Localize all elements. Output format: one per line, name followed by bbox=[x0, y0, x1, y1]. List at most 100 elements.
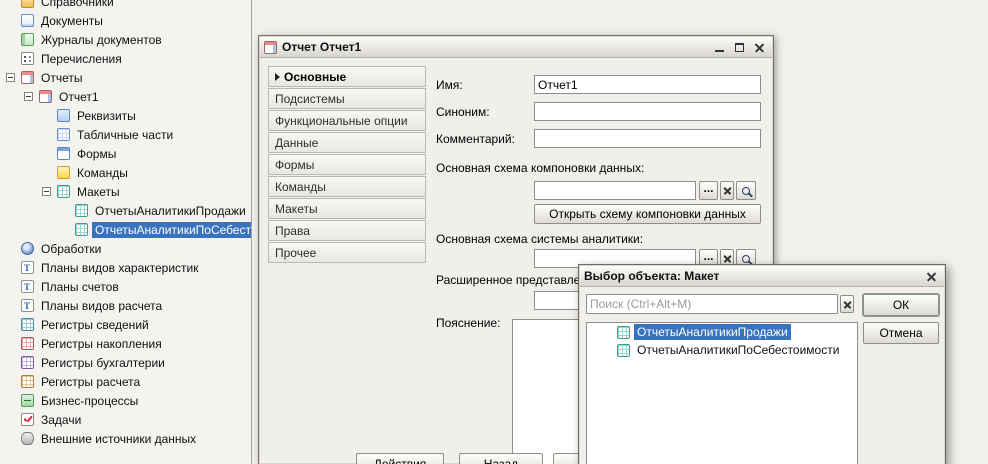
tree-item-layouts[interactable]: Макеты bbox=[0, 182, 251, 201]
information-registers-icon bbox=[21, 318, 34, 331]
documents-icon bbox=[21, 14, 34, 27]
tree-item-information-registers[interactable]: Регистры сведений bbox=[0, 315, 251, 334]
search-clear-button[interactable] bbox=[840, 295, 854, 313]
dialog-title: Отчет Отчет1 bbox=[282, 40, 361, 54]
clear-icon bbox=[843, 300, 852, 309]
tab-forms[interactable]: Формы bbox=[268, 154, 426, 175]
commands-icon bbox=[57, 166, 70, 179]
charts-of-accounts-icon bbox=[21, 280, 34, 293]
document-journals-icon bbox=[21, 33, 34, 46]
list-item-layout-cost[interactable]: ОтчетыАналитикиПоСебестоимости bbox=[587, 341, 857, 359]
synonym-input[interactable] bbox=[534, 102, 761, 121]
tree-item-external-data-sources[interactable]: Внешние источники данных bbox=[0, 429, 251, 448]
comment-input[interactable] bbox=[534, 129, 761, 148]
modal-close-button[interactable] bbox=[923, 269, 940, 284]
ellipsis-icon bbox=[703, 184, 713, 198]
tree-item-layout-cost[interactable]: ОтчетыАналитикиПоСебестоим bbox=[0, 220, 251, 239]
data-processors-icon bbox=[21, 242, 34, 255]
collapse-icon[interactable] bbox=[6, 73, 15, 82]
magnifier-icon bbox=[742, 255, 750, 263]
name-label: Имя: bbox=[436, 78, 463, 92]
cancel-button[interactable]: Отмена bbox=[863, 322, 939, 344]
tree-item-catalogs[interactable]: Справочники bbox=[0, 0, 251, 11]
dcs-choose-button[interactable] bbox=[699, 181, 718, 200]
tree-item-accumulation-registers[interactable]: Регистры накопления bbox=[0, 334, 251, 353]
tree-item-tabular-sections[interactable]: Табличные части bbox=[0, 125, 251, 144]
tab-layouts[interactable]: Макеты bbox=[268, 198, 426, 219]
name-input[interactable] bbox=[534, 75, 761, 94]
comment-label: Комментарий: bbox=[436, 132, 515, 146]
tree-item-charts-of-accounts[interactable]: Планы счетов bbox=[0, 277, 251, 296]
modal-titlebar[interactable]: Выбор объекта: Макет bbox=[580, 266, 944, 287]
attributes-icon bbox=[57, 109, 70, 122]
dcs-input[interactable] bbox=[534, 181, 696, 200]
tree-item-reports[interactable]: Отчеты bbox=[0, 68, 251, 87]
tabular-sections-icon bbox=[57, 128, 70, 141]
tree-item-business-processes[interactable]: Бизнес-процессы bbox=[0, 391, 251, 410]
tab-functional-options[interactable]: Функциональные опции bbox=[268, 110, 426, 131]
back-button[interactable]: Назад bbox=[459, 453, 543, 464]
tree-item-accounting-registers[interactable]: Регистры бухгалтерии bbox=[0, 353, 251, 372]
minimize-button[interactable] bbox=[711, 40, 728, 55]
metadata-tree: Справочники Документы Журналы документов… bbox=[0, 0, 251, 448]
maximize-button[interactable] bbox=[731, 40, 748, 55]
tree-item-report1[interactable]: Отчет1 bbox=[0, 87, 251, 106]
search-input[interactable] bbox=[586, 294, 838, 314]
modal-title: Выбор объекта: Макет bbox=[584, 269, 719, 283]
tree-item-documents[interactable]: Документы bbox=[0, 11, 251, 30]
external-data-sources-icon bbox=[21, 432, 34, 445]
tree-item-attributes[interactable]: Реквизиты bbox=[0, 106, 251, 125]
active-tab-arrow-icon bbox=[275, 73, 280, 81]
explanation-label: Пояснение: bbox=[436, 316, 500, 330]
layout-list: ОтчетыАналитикиПродажи ОтчетыАналитикиПо… bbox=[586, 322, 858, 464]
tab-subsystems[interactable]: Подсистемы bbox=[268, 88, 426, 109]
collapse-icon[interactable] bbox=[42, 187, 51, 196]
layout-icon bbox=[617, 344, 630, 357]
tree-item-data-processors[interactable]: Обработки bbox=[0, 239, 251, 258]
calculation-registers-icon bbox=[21, 375, 34, 388]
tree-item-forms[interactable]: Формы bbox=[0, 144, 251, 163]
tab-other[interactable]: Прочее bbox=[268, 242, 426, 263]
close-button[interactable] bbox=[751, 40, 768, 55]
accounting-registers-icon bbox=[21, 356, 34, 369]
layout-icon bbox=[75, 223, 88, 236]
analytics-schema-label: Основная схема системы аналитики: bbox=[436, 232, 643, 246]
actions-button[interactable]: Действия bbox=[356, 453, 444, 464]
metadata-tree-panel: Справочники Документы Журналы документов… bbox=[0, 0, 252, 464]
list-item-layout-sales[interactable]: ОтчетыАналитикиПродажи bbox=[587, 323, 857, 341]
tree-item-layout-sales[interactable]: ОтчетыАналитикиПродажи bbox=[0, 201, 251, 220]
report-icon bbox=[39, 90, 52, 103]
clear-icon bbox=[723, 254, 732, 263]
dcs-label: Основная схема компоновки данных: bbox=[436, 161, 644, 175]
magnifier-icon bbox=[742, 187, 750, 195]
configurator-window: Справочники Документы Журналы документов… bbox=[0, 0, 988, 464]
tasks-icon bbox=[21, 413, 34, 426]
tab-rights[interactable]: Права bbox=[268, 220, 426, 241]
tree-item-calculation-registers[interactable]: Регистры расчета bbox=[0, 372, 251, 391]
tree-item-tasks[interactable]: Задачи bbox=[0, 410, 251, 429]
window-buttons bbox=[708, 40, 768, 55]
dialog-titlebar[interactable]: Отчет Отчет1 bbox=[260, 37, 772, 58]
tree-item-charts-of-calculation-types[interactable]: Планы видов расчета bbox=[0, 296, 251, 315]
ok-button[interactable]: ОК bbox=[863, 294, 939, 316]
clear-icon bbox=[723, 186, 732, 195]
reports-icon bbox=[21, 71, 34, 84]
tree-item-enumerations[interactable]: Перечисления bbox=[0, 49, 251, 68]
tab-data[interactable]: Данные bbox=[268, 132, 426, 153]
synonym-label: Синоним: bbox=[436, 105, 490, 119]
tab-commands[interactable]: Команды bbox=[268, 176, 426, 197]
business-processes-icon bbox=[21, 394, 34, 407]
catalogs-icon bbox=[21, 0, 34, 8]
modal-window-buttons bbox=[920, 269, 940, 284]
tab-main[interactable]: Основные bbox=[268, 66, 426, 87]
layout-icon bbox=[617, 326, 630, 339]
dcs-clear-button[interactable] bbox=[720, 181, 734, 200]
tree-item-document-journals[interactable]: Журналы документов bbox=[0, 30, 251, 49]
report-icon bbox=[264, 41, 277, 54]
tree-item-charts-of-characteristic-types[interactable]: Планы видов характеристик bbox=[0, 258, 251, 277]
collapse-icon[interactable] bbox=[24, 92, 33, 101]
open-dcs-button[interactable]: Открыть схему компоновки данных bbox=[534, 204, 761, 224]
accumulation-registers-icon bbox=[21, 337, 34, 350]
tree-item-commands[interactable]: Команды bbox=[0, 163, 251, 182]
dcs-open-button[interactable] bbox=[736, 181, 756, 200]
